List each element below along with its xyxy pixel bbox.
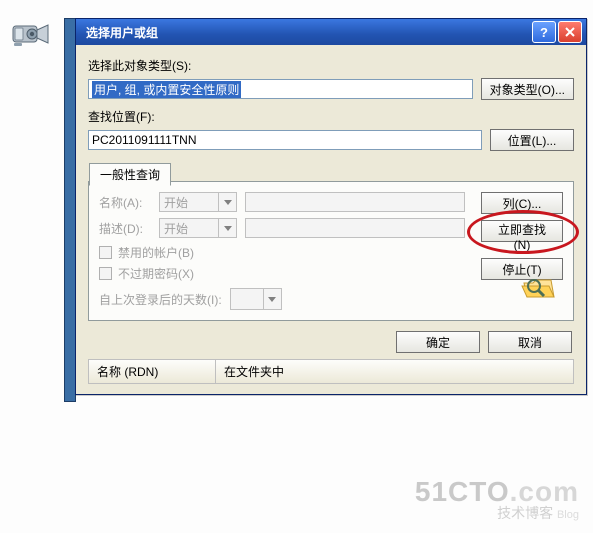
desc-label: 描述(D): [99, 220, 159, 237]
col-folder[interactable]: 在文件夹中 [216, 360, 573, 383]
location-value: PC2011091111TNN [92, 133, 197, 147]
titlebar[interactable]: 选择用户或组 ? [76, 19, 586, 45]
desc-mode-combo[interactable]: 开始 [159, 218, 237, 238]
days-combo[interactable] [230, 288, 282, 310]
name-label: 名称(A): [99, 194, 159, 211]
chevron-down-icon [218, 219, 236, 237]
results-header: 名称 (RDN) 在文件夹中 [88, 359, 574, 384]
object-type-value: 用户, 组, 或内置安全性原则 [92, 81, 241, 98]
cancel-button[interactable]: 取消 [488, 331, 572, 353]
location-label: 查找位置(F): [88, 108, 574, 125]
object-type-label: 选择此对象类型(S): [88, 57, 574, 74]
close-icon [564, 26, 576, 38]
close-button[interactable] [558, 21, 582, 43]
name-mode-combo[interactable]: 开始 [159, 192, 237, 212]
disabled-accounts-label: 禁用的帐户(B) [118, 244, 194, 261]
ok-button[interactable]: 确定 [396, 331, 480, 353]
query-tabs: 一般性查询 名称(A): 开始 描述(D): [88, 181, 574, 321]
object-types-button[interactable]: 对象类型(O)... [481, 78, 574, 100]
no-expire-label: 不过期密码(X) [118, 265, 194, 282]
locations-button[interactable]: 位置(L)... [490, 129, 574, 151]
help-button[interactable]: ? [532, 21, 556, 43]
no-expire-checkbox[interactable] [99, 267, 112, 280]
name-input[interactable] [245, 192, 465, 212]
desc-input[interactable] [245, 218, 465, 238]
location-field[interactable]: PC2011091111TNN [88, 130, 482, 150]
find-now-button[interactable]: 立即查找(N) [481, 220, 563, 242]
columns-button[interactable]: 列(C)... [481, 192, 563, 214]
watermark: 51CTO.com 技术博客 Blog [415, 479, 579, 523]
chevron-down-icon [263, 289, 281, 309]
tab-general-query[interactable]: 一般性查询 [89, 163, 171, 186]
days-label: 自上次登录后的天数(I): [99, 291, 222, 308]
object-type-field[interactable]: 用户, 组, 或内置安全性原则 [88, 79, 473, 99]
camcorder-icon [10, 18, 52, 50]
select-users-dialog: 选择用户或组 ? 选择此对象类型(S): 用户, 组, 或内置安全性原则 对象类… [75, 18, 587, 395]
disabled-accounts-checkbox[interactable] [99, 246, 112, 259]
chevron-down-icon [218, 193, 236, 211]
search-folder-icon [521, 273, 559, 306]
col-name[interactable]: 名称 (RDN) [89, 360, 216, 383]
dialog-title: 选择用户或组 [80, 24, 530, 41]
